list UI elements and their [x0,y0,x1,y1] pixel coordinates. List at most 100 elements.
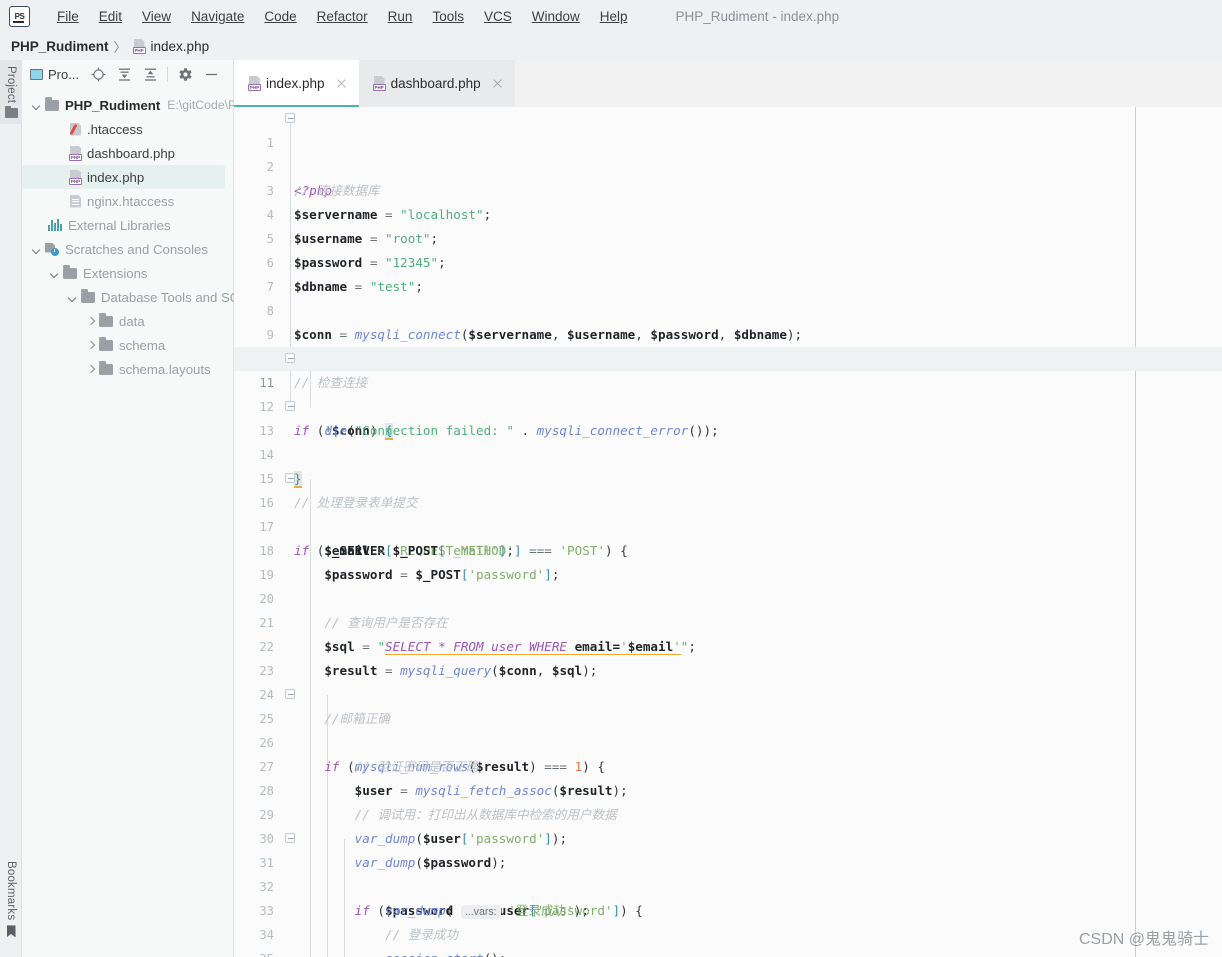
code-line[interactable]: 16 if ($_SERVER['REQUEST_METHOD'] === 'P… [234,467,1222,558]
tree-node-external-libraries[interactable]: External Libraries [22,213,233,237]
code-line[interactable]: 20 // 查询用户是否存在 [234,563,1222,630]
code-line[interactable]: 34 session_start(); [234,899,1222,957]
tree-node-schema[interactable]: schema [22,333,233,357]
code-line[interactable]: 24 //邮箱正确 [234,659,1222,726]
editor-tab-index-php[interactable]: PHP index.php [234,60,359,107]
menu-item-view[interactable]: View [132,6,181,27]
tree-node-data[interactable]: data [22,309,233,333]
tree-node-dashboard-php[interactable]: PHP dashboard.php [22,141,233,165]
code-line[interactable]: 1 <?php [234,107,1222,198]
code-line[interactable]: 7 [234,251,1222,294]
code-line[interactable]: 2 // 连接数据库 [234,131,1222,198]
tree-node-database-tools[interactable]: Database Tools and SQ [22,285,240,309]
editor-tab-dashboard-php[interactable]: PHP dashboard.php [358,60,515,107]
menu-item-file[interactable]: File [47,6,89,27]
tree-node-extensions[interactable]: Extensions [22,261,233,285]
code-line[interactable]: 6 $dbname = "test"; [234,227,1222,294]
code-line[interactable]: 23 [234,635,1222,678]
breadcrumb-file[interactable]: index.php [151,39,210,54]
menu-item-help[interactable]: Help [590,6,638,27]
code-line[interactable]: 3 $servername = "localhost"; [234,155,1222,222]
code-line[interactable]: 25 if (mysqli_num_rows($result) === 1) { [234,683,1222,774]
php-file-icon: PHP [132,39,146,54]
menu-item-window[interactable]: Window [522,6,590,27]
close-icon[interactable] [336,78,347,89]
chevron-down-icon[interactable] [66,291,79,304]
tree-node-nginx-htaccess[interactable]: nginx.htaccess [22,189,233,213]
code-editor[interactable]: 1 <?php 2 // 连接数据库 3 $servername = "loca… [234,107,1222,957]
close-icon[interactable] [492,78,503,89]
chevron-right-icon[interactable] [84,339,97,352]
menu-item-vcs[interactable]: VCS [474,6,522,27]
fold-marker-icon[interactable] [285,113,296,124]
code-line[interactable]: 10 // 检查连接 [234,323,1222,390]
menu-edit-label: Edit [98,9,123,24]
code-line[interactable]: 27 $user = mysqli_fetch_assoc($result); [234,731,1222,798]
code-line[interactable]: 5 $password = "12345"; [234,203,1222,270]
menu-item-run[interactable]: Run [378,6,423,27]
menu-item-edit[interactable]: Edit [89,6,132,27]
locate-icon[interactable] [85,62,111,86]
breadcrumb-project[interactable]: PHP_Rudiment [11,39,109,54]
tool-window-button-project[interactable]: Project [0,60,22,125]
code-line[interactable]: 14 [234,419,1222,462]
settings-gear-icon[interactable] [172,62,198,86]
php-file-icon: PHP [69,145,82,161]
tree-node-scratches-and-consoles[interactable]: Scratches and Consoles [22,237,233,261]
menu-file-label: File [57,9,79,24]
folder-icon [45,97,59,111]
code-line[interactable]: 19 [234,539,1222,582]
code-line[interactable]: 33 // 登录成功 [234,875,1222,942]
expand-all-icon[interactable] [111,62,137,86]
hide-panel-icon[interactable] [198,62,224,86]
fold-marker-icon[interactable] [285,473,296,484]
code-line[interactable]: 29 var_dump($user['password']); [234,779,1222,846]
menu-item-code[interactable]: Code [254,6,306,27]
project-view-selector[interactable]: Pro... [30,67,79,82]
tree-label: .htaccess [87,121,143,137]
code-line[interactable]: 17 $email = $_POST['email']; [234,491,1222,558]
chevron-down-icon[interactable] [30,243,43,256]
code-line[interactable]: 15 // 处理登录表单提交 [234,443,1222,510]
tool-window-button-bookmarks[interactable]: Bookmarks [0,855,22,943]
fold-marker-icon[interactable] [285,689,296,700]
code-line[interactable]: 12 die("Connection failed: " . mysqli_co… [234,371,1222,438]
code-line[interactable]: 4 $username = "root"; [234,179,1222,246]
tree-node-schema-layouts[interactable]: schema.layouts [22,357,233,381]
code-line[interactable]: 26 // 验证密码是否正确 [234,707,1222,774]
editor-tab-bar: PHP index.php PHP dashboard.php [234,60,1222,107]
menu-item-tools[interactable]: Tools [422,6,474,27]
code-line[interactable]: 8 $conn = mysqli_connect($servername, $u… [234,275,1222,342]
fold-marker-icon[interactable] [285,833,296,844]
code-line[interactable]: 13 } [234,395,1222,488]
code-line[interactable]: 35 $_SESSION['user_id'] = $user['id']; [234,923,1222,957]
chevron-right-icon[interactable] [84,363,97,376]
code-line-current[interactable]: 11 if (!$conn) { [234,347,1222,440]
tree-node-htaccess[interactable]: .htaccess [22,117,233,141]
code-line[interactable]: 21 $sql = "SELECT * FROM user WHERE emai… [234,587,1222,655]
fold-marker-icon[interactable] [285,401,296,412]
code-line[interactable]: 22 $result = mysqli_query($conn, $sql); [234,611,1222,678]
chevron-right-icon[interactable] [84,315,97,328]
project-panel-toolbar: Pro... [22,60,233,89]
collapse-all-icon[interactable] [137,62,163,86]
tree-label: Scratches and Consoles [65,241,208,257]
menu-item-refactor[interactable]: Refactor [307,6,378,27]
menu-item-navigate[interactable]: Navigate [181,6,254,27]
file-icon [69,194,82,209]
tree-node-index-php[interactable]: PHP index.php [22,165,225,189]
code-line[interactable]: 18 $password = $_POST['password']; [234,515,1222,582]
fold-marker-icon[interactable] [285,353,296,364]
tree-node-project-root[interactable]: PHP_Rudiment E:\gitCode\P [22,93,236,117]
tree-label: External Libraries [68,217,171,233]
chevron-down-icon[interactable] [48,267,61,280]
code-line[interactable]: 9 [234,299,1222,342]
code-line[interactable]: 30 var_dump($password); [234,803,1222,870]
code-line[interactable]: 36 //跳转页面 [234,947,1222,957]
code-line[interactable]: 31 if ($password === $user['password']) … [234,827,1222,918]
tab-bar-filler [514,60,1222,107]
code-line[interactable]: 28 // 调试用：打印出从数据库中检索的用户数据 [234,755,1222,822]
chevron-down-icon[interactable] [30,99,43,112]
tree-label: index.php [87,169,145,185]
code-line[interactable]: 32 var_dump( ...vars: '登录成功'); [234,851,1222,919]
